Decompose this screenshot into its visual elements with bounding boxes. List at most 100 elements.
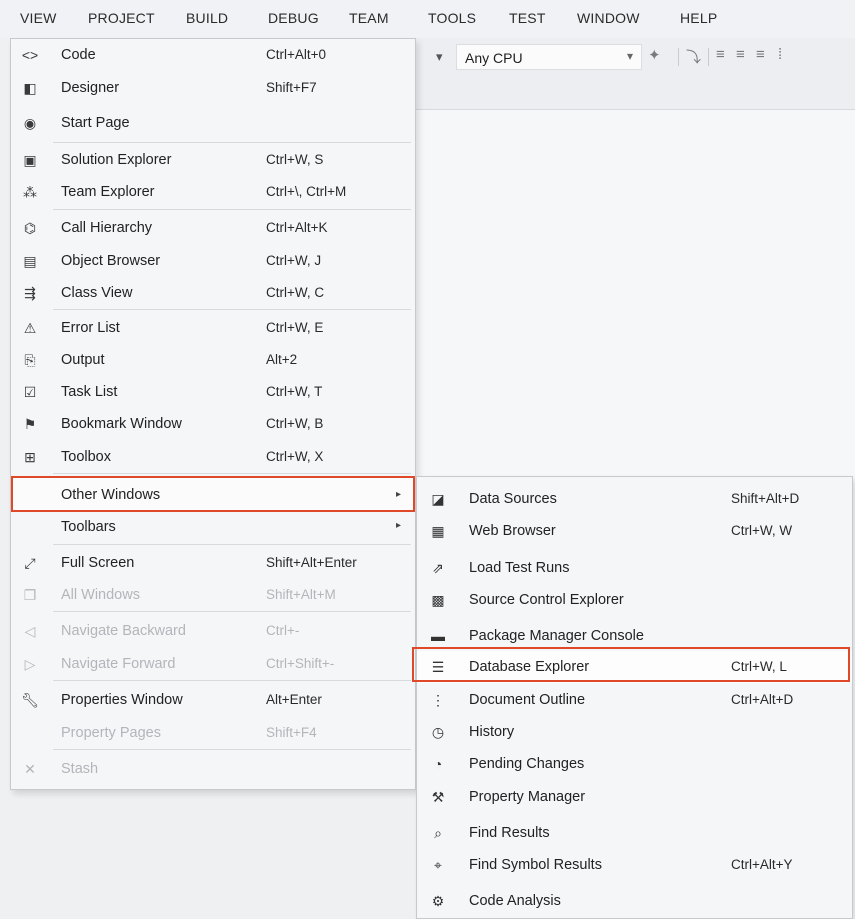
submenu-item-data-sources[interactable]: ◪ Data Sources Shift+Alt+D bbox=[417, 483, 852, 515]
menu-item-label: Task List bbox=[61, 384, 118, 400]
menu-item-other-windows[interactable]: Other Windows ▸ bbox=[11, 478, 415, 512]
menu-item-shortcut: Ctrl+W, X bbox=[266, 449, 324, 464]
team-explorer-icon: ⁂ bbox=[23, 184, 37, 200]
history-icon: ◷ bbox=[431, 724, 445, 740]
dropdown-arrow-icon[interactable]: ▾ bbox=[436, 49, 443, 65]
menu-tools[interactable]: TOOLS bbox=[428, 10, 476, 26]
menu-item-error-list[interactable]: ⚠ Error List Ctrl+W, E bbox=[11, 312, 415, 344]
menu-item-toolbox[interactable]: ⊞ Toolbox Ctrl+W, X bbox=[11, 441, 415, 473]
align-right-icon[interactable]: ≡ bbox=[756, 46, 765, 63]
submenu-item-property-manager[interactable]: ⚒ Property Manager bbox=[417, 781, 852, 813]
menu-item-call-hierarchy[interactable]: ⌬ Call Hierarchy Ctrl+Alt+K bbox=[11, 212, 415, 244]
menu-item-task-list[interactable]: ☑ Task List Ctrl+W, T bbox=[11, 376, 415, 408]
submenu-item-find-results[interactable]: ⌕ Find Results bbox=[417, 817, 852, 849]
menu-separator bbox=[53, 749, 411, 750]
menu-item-team-explorer[interactable]: ⁂ Team Explorer Ctrl+\, Ctrl+M bbox=[11, 176, 415, 208]
menu-item-label: Designer bbox=[61, 80, 120, 96]
menu-help[interactable]: HELP bbox=[680, 10, 717, 26]
menu-item-code[interactable]: <> Code Ctrl+Alt+0 bbox=[11, 39, 415, 71]
menu-item-start-page[interactable]: ◉ Start Page bbox=[11, 107, 415, 139]
menu-project[interactable]: PROJECT bbox=[88, 10, 155, 26]
find-results-icon: ⌕ bbox=[434, 825, 442, 841]
align-left-icon[interactable]: ≡ bbox=[716, 46, 725, 63]
submenu-item-code-analysis[interactable]: ⚙ Code Analysis bbox=[417, 885, 852, 917]
menu-item-class-view[interactable]: ⇶ Class View Ctrl+W, C bbox=[11, 277, 415, 309]
align-center-icon[interactable]: ≡ bbox=[736, 46, 745, 63]
submenu-item-document-outline[interactable]: ⋮ Document Outline Ctrl+Alt+D bbox=[417, 684, 852, 716]
menu-item-shortcut: Ctrl+W, B bbox=[266, 416, 324, 431]
menu-item-label: Code bbox=[61, 47, 96, 63]
menu-separator bbox=[53, 611, 411, 612]
designer-icon: ◧ bbox=[23, 80, 37, 96]
class-view-icon: ⇶ bbox=[24, 285, 36, 301]
menu-item-output[interactable]: ⎘ Output Alt+2 bbox=[11, 344, 415, 376]
menu-bar: VIEW PROJECT BUILD DEBUG TEAM TOOLS TEST… bbox=[0, 0, 855, 38]
platform-value: Any CPU bbox=[465, 50, 523, 66]
menu-item-label: Class View bbox=[61, 285, 133, 301]
menu-team[interactable]: TEAM bbox=[349, 10, 389, 26]
menu-separator bbox=[53, 544, 411, 545]
bookmark-icon: ⚑ bbox=[23, 416, 37, 432]
submenu-item-pending-changes[interactable]: ◔ Pending Changes bbox=[417, 748, 852, 780]
source-control-explorer-icon: ▩ bbox=[431, 592, 445, 608]
menu-view[interactable]: VIEW bbox=[20, 10, 57, 26]
find-symbol-results-icon: ⌖ bbox=[434, 857, 442, 873]
start-page-icon: ◉ bbox=[23, 115, 37, 131]
menu-debug[interactable]: DEBUG bbox=[268, 10, 319, 26]
menu-item-solution-explorer[interactable]: ▣ Solution Explorer Ctrl+W, S bbox=[11, 144, 415, 176]
chevron-right-icon: ▸ bbox=[395, 520, 401, 531]
call-hierarchy-icon: ⌬ bbox=[23, 220, 37, 236]
submenu-item-history[interactable]: ◷ History bbox=[417, 716, 852, 748]
menu-item-properties-window[interactable]: 🔧︎ Properties Window Alt+Enter bbox=[11, 684, 415, 716]
menu-separator bbox=[53, 142, 411, 143]
toolbar-separator bbox=[678, 48, 679, 66]
submenu-item-package-manager-console[interactable]: ▬ Package Manager Console bbox=[417, 620, 852, 652]
menu-item-navigate-backward: ◁ Navigate Backward Ctrl+- bbox=[11, 615, 415, 647]
full-screen-icon: ⤢ bbox=[24, 555, 36, 571]
more-icon[interactable]: ⁞ bbox=[778, 46, 782, 63]
data-sources-icon: ◪ bbox=[431, 491, 445, 507]
submenu-item-load-test-runs[interactable]: ⇗ Load Test Runs bbox=[417, 552, 852, 584]
menu-separator bbox=[53, 473, 411, 474]
properties-icon: 🔧︎ bbox=[21, 692, 39, 708]
code-analysis-icon: ⚙ bbox=[431, 893, 445, 909]
menu-item-label: All Windows bbox=[61, 587, 140, 603]
platform-combo[interactable]: Any CPU ▾ bbox=[456, 44, 642, 70]
menu-window[interactable]: WINDOW bbox=[577, 10, 640, 26]
step-icon[interactable]: ⤵ bbox=[686, 46, 701, 67]
submenu-item-label: Find Symbol Results bbox=[469, 857, 602, 873]
menu-item-stash: ✕ Stash bbox=[11, 753, 415, 785]
submenu-item-find-symbol-results[interactable]: ⌖ Find Symbol Results Ctrl+Alt+Y bbox=[417, 849, 852, 881]
menu-item-bookmark-window[interactable]: ⚑ Bookmark Window Ctrl+W, B bbox=[11, 408, 415, 440]
submenu-item-database-explorer[interactable]: ☰ Database Explorer Ctrl+W, L bbox=[417, 651, 852, 683]
menu-item-shortcut: Ctrl+Shift+- bbox=[266, 656, 335, 671]
menu-item-navigate-forward: ▷ Navigate Forward Ctrl+Shift+- bbox=[11, 648, 415, 680]
submenu-item-label: History bbox=[469, 724, 515, 740]
menu-item-shortcut: Ctrl+\, Ctrl+M bbox=[266, 184, 347, 199]
menu-item-label: Navigate Backward bbox=[61, 623, 186, 639]
submenu-item-web-browser[interactable]: ▦ Web Browser Ctrl+W, W bbox=[417, 515, 852, 547]
submenu-item-shortcut: Ctrl+Alt+D bbox=[731, 692, 794, 707]
submenu-item-label: Load Test Runs bbox=[469, 560, 570, 576]
menu-item-designer[interactable]: ◧ Designer Shift+F7 bbox=[11, 72, 415, 104]
menu-item-shortcut: Ctrl+W, E bbox=[266, 320, 324, 335]
menu-item-object-browser[interactable]: ▤ Object Browser Ctrl+W, J bbox=[11, 245, 415, 277]
menu-item-full-screen[interactable]: ⤢ Full Screen Shift+Alt+Enter bbox=[11, 547, 415, 579]
toolbar: ▾ Any CPU ▾ ✦ ⤵ ≡ ≡ ≡ ⁞ bbox=[416, 38, 855, 110]
navigate-backward-icon: ◁ bbox=[24, 623, 36, 639]
menu-item-toolbars[interactable]: Toolbars ▸ bbox=[11, 511, 415, 543]
chevron-down-icon[interactable]: ▾ bbox=[627, 49, 633, 63]
toolbar-separator bbox=[708, 48, 709, 66]
submenu-item-label: Code Analysis bbox=[469, 893, 561, 909]
all-windows-icon: ❐ bbox=[23, 587, 37, 603]
menu-item-shortcut: Ctrl+W, T bbox=[266, 384, 323, 399]
submenu-item-label: Database Explorer bbox=[469, 659, 590, 675]
submenu-item-shortcut: Ctrl+Alt+Y bbox=[731, 857, 793, 872]
menu-test[interactable]: TEST bbox=[509, 10, 546, 26]
navigate-forward-icon: ▷ bbox=[24, 656, 36, 672]
menu-item-shortcut: Alt+Enter bbox=[266, 692, 322, 707]
menu-build[interactable]: BUILD bbox=[186, 10, 228, 26]
object-browser-icon: ▤ bbox=[23, 253, 37, 269]
submenu-item-source-control-explorer[interactable]: ▩ Source Control Explorer bbox=[417, 584, 852, 616]
find-in-files-icon[interactable]: ✦ bbox=[648, 46, 661, 64]
